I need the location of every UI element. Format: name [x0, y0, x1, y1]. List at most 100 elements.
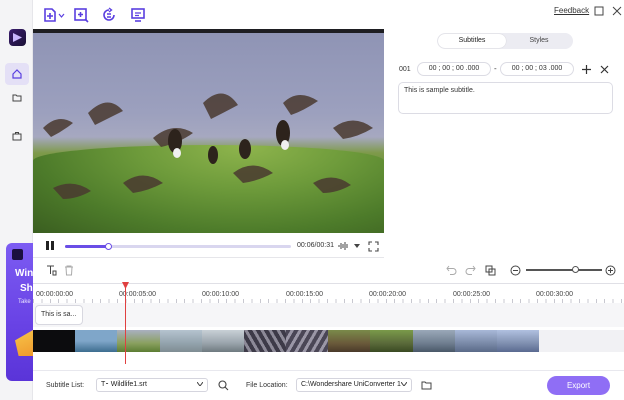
zoom-slider[interactable]: [526, 269, 602, 271]
video-thumbnail: [159, 330, 202, 352]
close-window-button[interactable]: [611, 5, 623, 17]
subtitle-tabs: Subtitles Styles: [437, 33, 573, 49]
maximize-icon: [594, 6, 604, 16]
app-logo: [9, 29, 26, 46]
chevron-down-icon: [354, 244, 360, 248]
video-thumbnail: [243, 330, 287, 352]
promo-graphic: [15, 330, 33, 356]
promo-logo: [12, 249, 23, 260]
add-crop-button[interactable]: [73, 7, 89, 23]
subtitle-file-select[interactable]: T⁃ Wildlife1.srt: [96, 378, 208, 392]
birds-illustration: [43, 93, 373, 199]
ruler-tick: 00:00:30:00: [536, 291, 573, 298]
subtitle-text-field[interactable]: This is sample subtitle.: [398, 82, 613, 114]
seek-bar[interactable]: [65, 243, 291, 250]
playback-time: 00:06/00:31: [297, 242, 334, 249]
plus-icon: [581, 64, 591, 74]
open-folder-button[interactable]: [420, 379, 432, 391]
redo-icon: [465, 265, 476, 275]
ruler-tick: 00:00:10:00: [202, 291, 239, 298]
add-file-icon: [44, 8, 65, 22]
toolbox-icon: [12, 132, 22, 141]
video-track[interactable]: [33, 330, 540, 352]
crop-layers-icon: [485, 265, 495, 275]
refresh-subtitle-icon: [103, 7, 115, 21]
delete-subtitle-button[interactable]: [598, 63, 610, 75]
close-icon: [600, 65, 608, 73]
feedback-link[interactable]: Feedback: [554, 6, 589, 15]
volume-button[interactable]: [338, 240, 350, 252]
time-separator: -: [494, 64, 497, 73]
folder-icon: [12, 94, 22, 102]
import-subtitle-button[interactable]: [130, 7, 146, 23]
text-tool-button[interactable]: [45, 264, 57, 276]
folder-icon: [421, 381, 431, 390]
text-icon: [46, 265, 56, 275]
seek-handle[interactable]: [104, 243, 112, 250]
subtitle-index: 001: [399, 66, 411, 73]
promo-line-2: Sh: [20, 283, 33, 294]
subtitle-clip[interactable]: This is sa...: [35, 305, 83, 325]
refresh-subtitle-button[interactable]: [101, 7, 117, 23]
tab-subtitles[interactable]: Subtitles: [438, 34, 506, 48]
maximize-button[interactable]: [593, 5, 605, 17]
promo-line-3: Take: [18, 299, 31, 305]
volume-dropdown[interactable]: [351, 240, 363, 252]
add-subtitle-button[interactable]: [580, 63, 592, 75]
pause-button[interactable]: [46, 241, 54, 250]
zoom-in-icon: [605, 265, 615, 275]
video-frame[interactable]: [33, 33, 384, 233]
zoom-handle[interactable]: [571, 266, 579, 273]
end-time-field[interactable]: 00 ; 00 ; 03 .000: [500, 62, 574, 76]
top-toolbar: Feedback: [33, 0, 624, 30]
subtitle-track: This is sa...: [33, 303, 624, 327]
add-crop-icon: [74, 8, 89, 23]
file-location-select[interactable]: C:\Wondershare UniConverter 1: [296, 378, 412, 392]
export-button[interactable]: Export: [547, 376, 610, 395]
tab-styles[interactable]: Styles: [505, 34, 573, 48]
delete-clip-button[interactable]: [63, 264, 75, 276]
chevron-down-icon: [197, 382, 203, 386]
video-thumbnail: [328, 330, 371, 352]
ruler-tick: 00:00:25:00: [453, 291, 490, 298]
import-subtitle-icon: [131, 8, 145, 22]
file-location-path: C:\Wondershare UniConverter 1: [301, 381, 401, 388]
add-file-button[interactable]: [43, 7, 65, 23]
video-thumbnail: [454, 330, 497, 352]
ruler-tick: 00:00:20:00: [369, 291, 406, 298]
video-track-empty: [539, 330, 624, 352]
audio-waveform-icon: [338, 242, 348, 250]
playhead[interactable]: [125, 283, 126, 364]
promo-line-1: Win: [15, 268, 33, 279]
home-button[interactable]: [5, 63, 29, 85]
zoom-out-button[interactable]: [509, 264, 521, 276]
files-button[interactable]: [5, 87, 29, 109]
video-thumbnail: [496, 330, 540, 352]
close-icon: [612, 6, 622, 16]
bottom-bar: Subtitle List: T⁃ Wildlife1.srt File Loc…: [33, 370, 624, 400]
subtitle-list-label: Subtitle List:: [46, 382, 85, 389]
video-thumbnail: [33, 330, 76, 352]
fullscreen-button[interactable]: [367, 240, 379, 252]
toolbox-button[interactable]: [5, 125, 29, 147]
snapshot-button[interactable]: [484, 264, 496, 276]
fullscreen-icon: [367, 240, 379, 252]
pause-icon: [46, 241, 49, 250]
video-thumbnail: [201, 330, 244, 352]
search-subtitle-button[interactable]: [217, 379, 229, 391]
undo-button[interactable]: [445, 264, 457, 276]
undo-icon: [445, 265, 456, 275]
video-thumbnail: [75, 330, 118, 352]
pause-icon-bar: [51, 241, 54, 250]
redo-button[interactable]: [464, 264, 476, 276]
start-time-field[interactable]: 00 ; 00 ; 00 .000: [417, 62, 491, 76]
chevron-down-icon: [401, 382, 407, 386]
file-location-label: File Location:: [246, 382, 288, 389]
video-thumbnail: [370, 330, 413, 352]
subtitle-file-icon: T⁃: [101, 381, 109, 388]
zoom-out-icon: [510, 265, 520, 275]
promo-card[interactable]: Win Sh Take: [6, 243, 33, 381]
app-window: Win Sh Take Feedback 00:06/00:31 Subtitl…: [0, 0, 624, 400]
zoom-in-button[interactable]: [604, 264, 616, 276]
timeline-ruler[interactable]: 00:00:00:00 00:00:05:00 00:00:10:00 00:0…: [33, 283, 624, 303]
